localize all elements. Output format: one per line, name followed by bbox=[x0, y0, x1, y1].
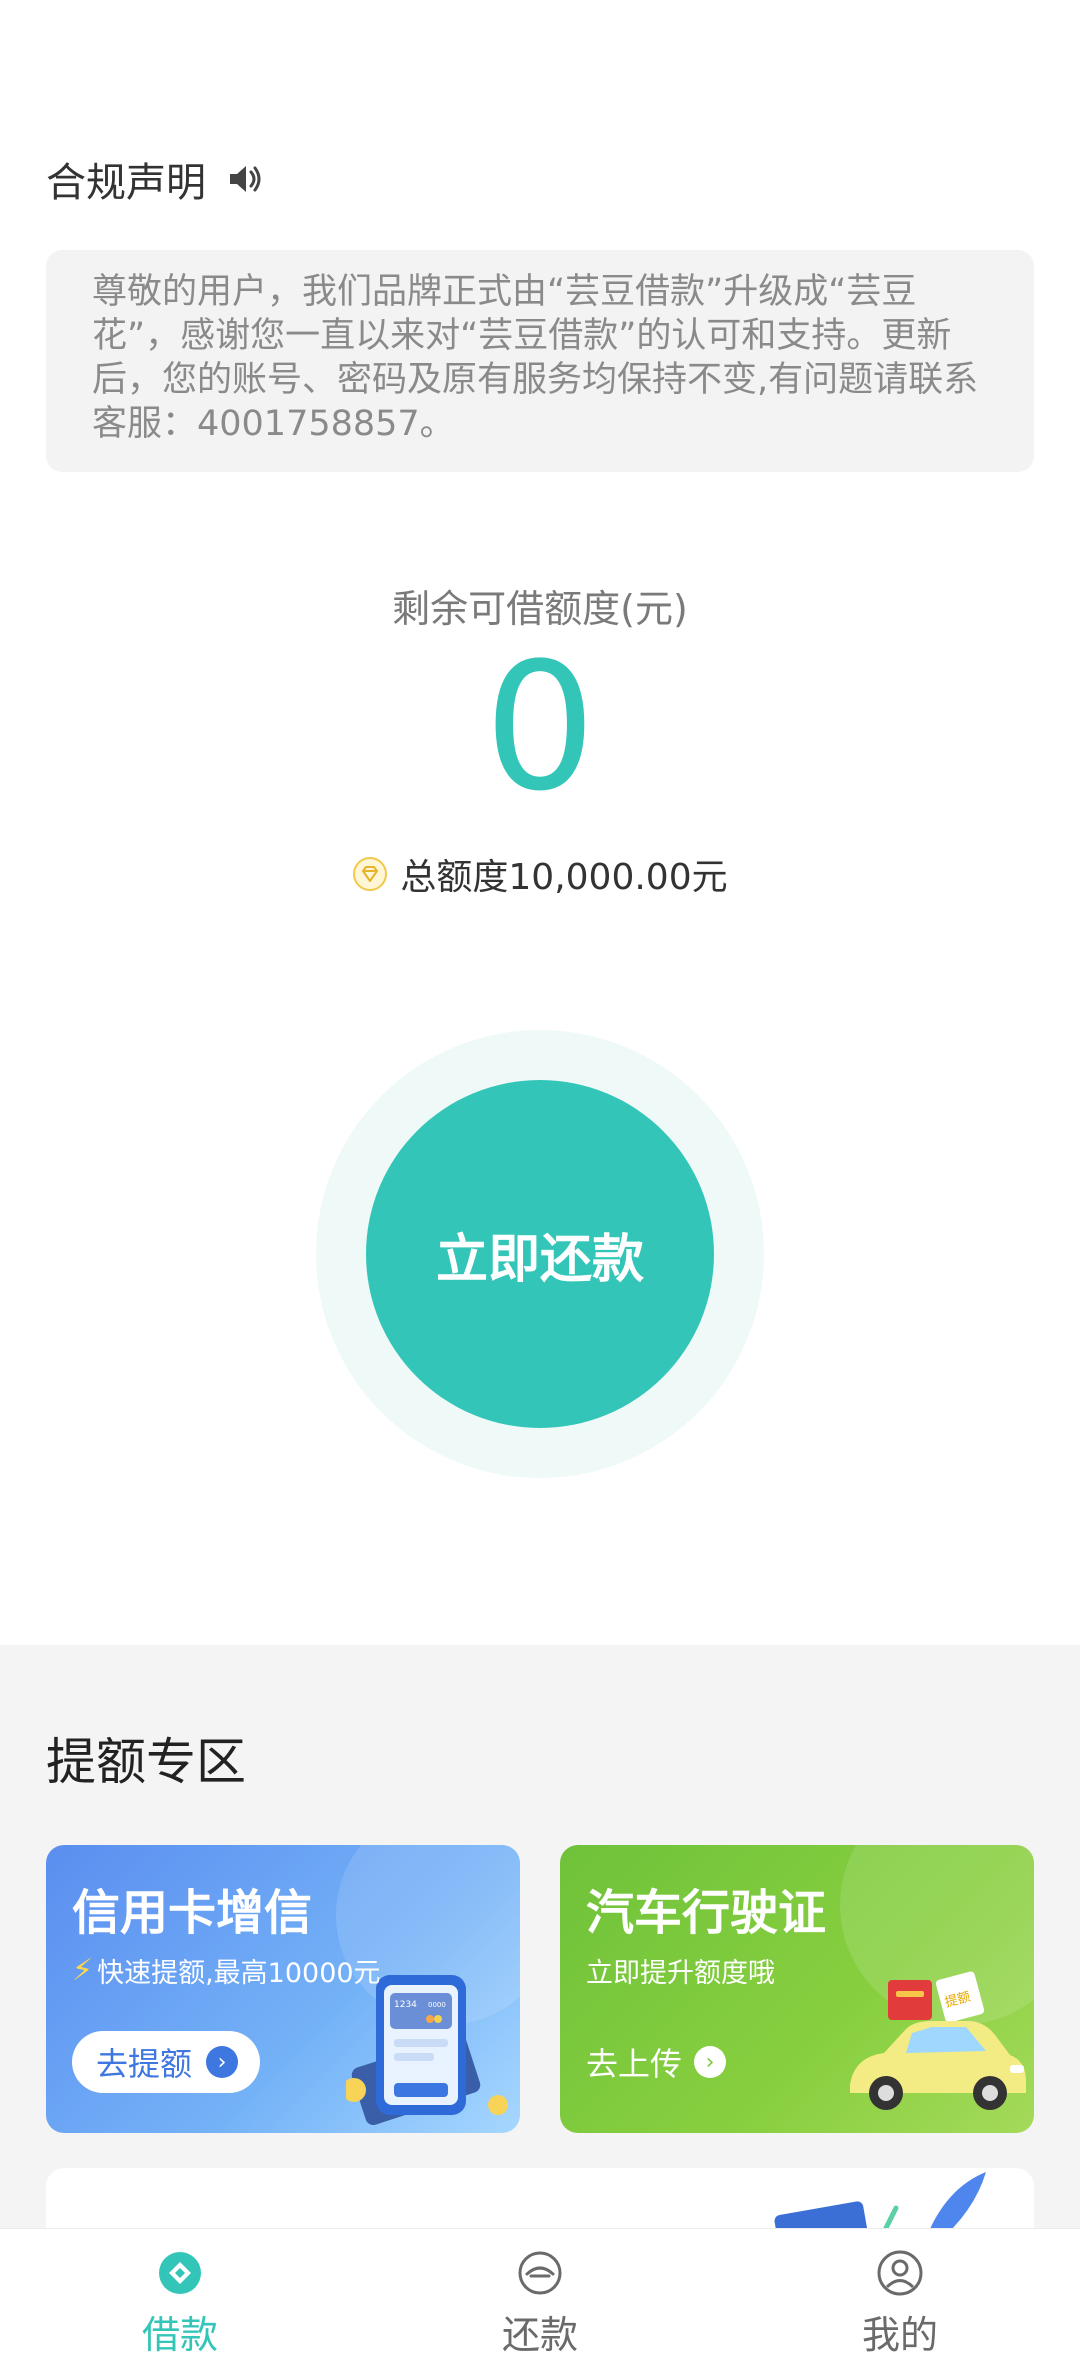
go-boost-label: 去提额 bbox=[96, 2045, 193, 2083]
compliance-header: 合规声明 bbox=[46, 150, 264, 208]
vehicle-license-subtitle-row: 立即提升额度哦 bbox=[586, 1951, 1008, 1990]
compliance-title: 合规声明 bbox=[46, 160, 206, 206]
total-limit-row: 总额度10,000.00元 bbox=[0, 848, 1080, 900]
go-upload-button[interactable]: 去上传 › bbox=[586, 2031, 727, 2093]
nav-label-repay: 还款 bbox=[501, 2312, 578, 2357]
bottom-nav: 借款 还款 我的 bbox=[0, 2228, 1080, 2377]
compliance-notice-text: 尊敬的用户，我们品牌正式由“芸豆借款”升级成“芸豆花”，感谢您一直以来对“芸豆借… bbox=[92, 272, 979, 444]
loan-icon bbox=[159, 2251, 201, 2294]
go-boost-button[interactable]: 去提额 › bbox=[72, 2031, 261, 2093]
nav-item-profile[interactable]: 我的 bbox=[720, 2229, 1080, 2377]
profile-icon bbox=[877, 2250, 923, 2295]
total-limit-text: 总额度10,000.00元 bbox=[400, 857, 728, 898]
repay-icon bbox=[518, 2251, 562, 2294]
compliance-notice: 尊敬的用户，我们品牌正式由“芸豆借款”升级成“芸豆花”，感谢您一直以来对“芸豆借… bbox=[46, 250, 1034, 472]
nav-item-loan[interactable]: 借款 bbox=[0, 2229, 360, 2377]
nav-label-profile: 我的 bbox=[861, 2312, 938, 2357]
vehicle-license-subtitle: 立即提升额度哦 bbox=[586, 1958, 775, 1989]
vehicle-license-title: 汽车行驶证 bbox=[586, 1885, 827, 1941]
lightning-icon: ⚡ bbox=[72, 1953, 94, 1988]
go-upload-label: 去上传 bbox=[586, 2045, 683, 2083]
remaining-limit-value: 0 bbox=[484, 625, 596, 830]
speaker-icon[interactable] bbox=[226, 160, 264, 198]
credit-card-boost-subtitle-row: ⚡ 快速提额,最高10000元 bbox=[72, 1951, 494, 1990]
illus-card-code: 0000 bbox=[428, 2001, 446, 2009]
nav-label-loan: 借款 bbox=[141, 2312, 218, 2357]
illus-card-number: 1234 bbox=[394, 2000, 417, 2010]
credit-boost-zone-title: 提额专区 bbox=[46, 1733, 246, 1791]
chevron-right-icon: › bbox=[694, 2046, 727, 2078]
chevron-right-icon: › bbox=[206, 2046, 239, 2078]
nav-item-repay[interactable]: 还款 bbox=[360, 2229, 720, 2377]
credit-card-boost-subtitle: 快速提额,最高10000元 bbox=[97, 1958, 381, 1989]
vehicle-license-card[interactable]: 汽车行驶证 立即提升额度哦 去上传 › 提额 bbox=[560, 1845, 1034, 2133]
credit-card-boost-title: 信用卡增信 bbox=[72, 1885, 313, 1941]
credit-card-boost-card[interactable]: 信用卡增信 ⚡ 快速提额,最高10000元 去提额 › 1234 0000 bbox=[46, 1845, 520, 2133]
diamond-coin-icon bbox=[352, 856, 388, 892]
repay-now-button[interactable]: 立即还款 bbox=[366, 1080, 714, 1428]
